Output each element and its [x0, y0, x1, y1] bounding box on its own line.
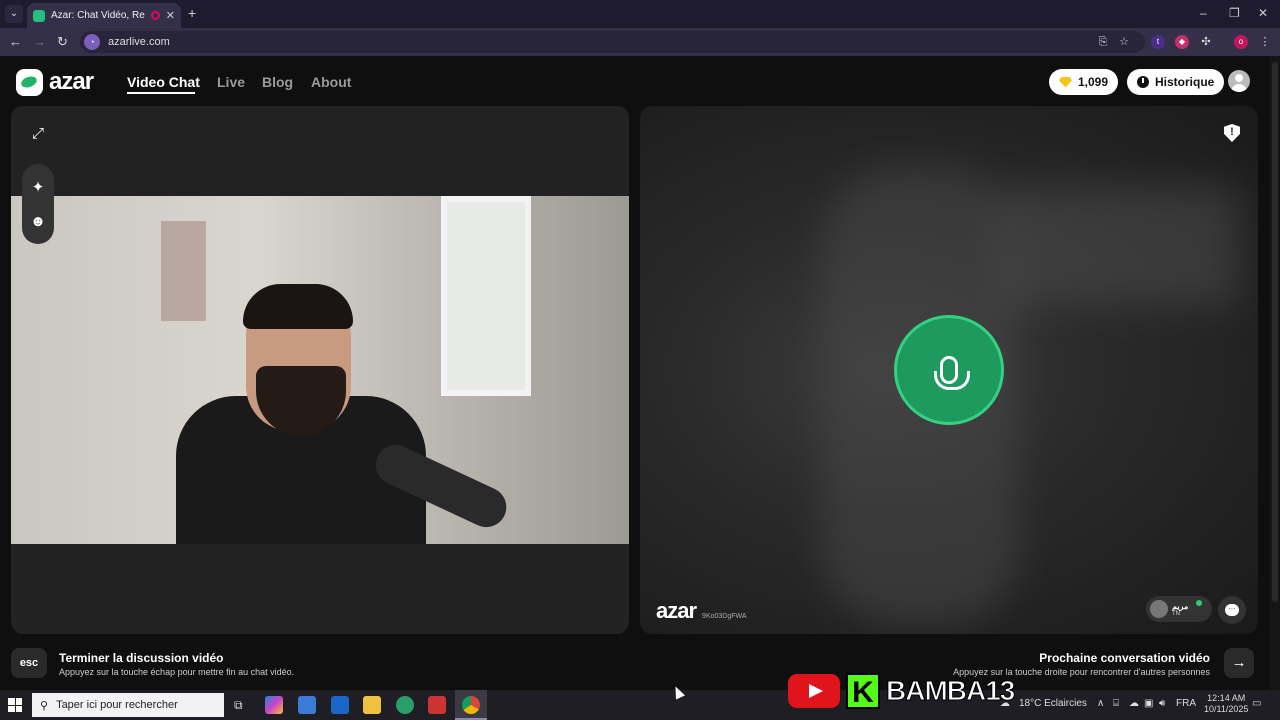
azar-watermark: azar 9Ko03DgFWA: [656, 598, 747, 624]
minimize-icon[interactable]: –: [1200, 6, 1207, 20]
recording-indicator-icon: [150, 11, 160, 20]
chat-button[interactable]: ···: [1218, 596, 1246, 624]
voice-only-mic-button[interactable]: [894, 315, 1004, 425]
channel-name: BAMBA13: [885, 675, 1015, 707]
windows-taskbar: ⚲ Taper ici pour rechercher ⧉ ☁ 18°C Ecl…: [0, 690, 1280, 720]
forward-icon[interactable]: →: [33, 34, 46, 49]
gem-icon: [1059, 76, 1072, 88]
remote-video-panel: ! azar 9Ko03DgFWA مريم TN ···: [640, 106, 1258, 634]
microphone-icon: [934, 356, 970, 390]
taskbar-clock[interactable]: 12:14 AM 10/11/2025: [1204, 693, 1248, 715]
clock-date: 10/11/2025: [1204, 704, 1249, 714]
scroll-thumb[interactable]: [1272, 62, 1278, 602]
extension-shield-icon[interactable]: ◆: [1175, 35, 1189, 49]
back-icon[interactable]: ←: [9, 34, 22, 49]
clock-time: 12:14 AM: [1207, 693, 1246, 703]
store-icon[interactable]: [298, 696, 316, 714]
language-indicator[interactable]: FRA: [1176, 698, 1196, 709]
extension-t-icon[interactable]: t: [1151, 35, 1165, 49]
partner-name: مريم: [1172, 601, 1189, 611]
profile-avatar-icon[interactable]: o: [1234, 35, 1248, 49]
history-button[interactable]: Historique: [1127, 69, 1225, 95]
person-hair: [243, 284, 353, 329]
tab-search-chevron-icon[interactable]: ⌄: [5, 5, 23, 23]
azar-logo-mark-icon: [16, 68, 43, 96]
app-icon[interactable]: [428, 696, 446, 714]
file-explorer-icon[interactable]: [363, 696, 381, 714]
end-chat-title: Terminer la discussion vidéo: [59, 651, 224, 665]
self-camera-feed: [11, 196, 629, 544]
onedrive-icon[interactable]: ☁: [1129, 698, 1139, 709]
nav-video-chat[interactable]: Video Chat: [127, 74, 200, 90]
url-text: azarlive.com: [108, 36, 170, 48]
next-chat-button[interactable]: →: [1224, 648, 1254, 678]
background-window: [441, 196, 531, 396]
streamer-overlay: K BAMBA13: [788, 671, 1038, 711]
history-label: Historique: [1155, 75, 1215, 89]
browser-menu-icon[interactable]: ⋮: [1258, 35, 1272, 49]
azar-logo-text: azar: [49, 68, 94, 95]
background-frame: [161, 221, 206, 321]
task-view-icon[interactable]: ⧉: [234, 698, 243, 713]
tab-title: Azar: Chat Vidéo, Rencontr: [51, 10, 145, 21]
site-info-icon[interactable]: ◔: [84, 34, 100, 50]
clock-icon: [1137, 76, 1149, 88]
install-app-icon[interactable]: ⎘: [1096, 35, 1110, 49]
mail-icon[interactable]: [331, 696, 349, 714]
new-tab-button[interactable]: +: [188, 5, 196, 21]
end-chat-subtitle: Appuyez sur la touche échap pour mettre …: [59, 667, 295, 677]
chat-bubble-icon: ···: [1225, 604, 1239, 616]
display-icon[interactable]: ▣: [1144, 698, 1153, 709]
browser-toolbar: ← → ↻ ◔ azarlive.com ⎘ ☆ t ◆ ✣ o ⋮: [0, 28, 1280, 56]
speaker-icon[interactable]: 🔊︎: [1159, 698, 1165, 709]
self-video-panel: ⤢ ✦ ☻: [11, 106, 629, 634]
extensions-puzzle-icon[interactable]: ✣: [1199, 35, 1213, 49]
edge-icon[interactable]: [396, 696, 414, 714]
bookmark-star-icon[interactable]: ☆: [1117, 35, 1131, 49]
gems-count: 1,099: [1078, 75, 1109, 89]
close-window-icon[interactable]: ✕: [1258, 6, 1268, 20]
windows-start-icon[interactable]: [8, 698, 22, 712]
notifications-icon[interactable]: ▭: [1252, 698, 1261, 709]
copilot-icon[interactable]: [265, 696, 283, 714]
effects-toolbar: ✦ ☻: [22, 164, 54, 244]
taskbar-search-input[interactable]: ⚲ Taper ici pour rechercher: [32, 693, 224, 717]
address-bar[interactable]: ◔ azarlive.com: [80, 31, 1145, 53]
kick-icon: K: [846, 673, 880, 709]
blurred-background: [1000, 186, 1240, 306]
nav-active-underline: [127, 92, 195, 94]
restore-icon[interactable]: ❐: [1229, 6, 1240, 20]
partner-country: TN: [1172, 610, 1180, 617]
sparkle-effects-icon[interactable]: ✦: [23, 172, 53, 202]
azar-app: azar Video Chat Live Blog About 1,099 Hi…: [0, 56, 1280, 690]
gems-balance-button[interactable]: 1,099: [1049, 69, 1119, 95]
tab-close-icon[interactable]: ✕: [166, 9, 175, 22]
user-avatar-icon[interactable]: [1228, 70, 1250, 92]
reload-icon[interactable]: ↻: [57, 34, 68, 50]
browser-tab[interactable]: Azar: Chat Vidéo, Rencontr ✕: [27, 3, 181, 28]
online-status-dot: [1196, 600, 1202, 606]
esc-key-button[interactable]: esc: [11, 648, 47, 678]
azar-favicon-icon: [33, 9, 45, 22]
browser-tab-strip: ⌄ Azar: Chat Vidéo, Rencontr ✕ + – ❐ ✕: [0, 0, 1280, 28]
report-shield-icon[interactable]: !: [1224, 124, 1240, 142]
search-icon: ⚲: [40, 699, 49, 712]
chrome-icon[interactable]: [462, 696, 480, 714]
azar-logo[interactable]: azar: [16, 68, 94, 96]
nav-about[interactable]: About: [311, 74, 351, 90]
nav-blog[interactable]: Blog: [262, 74, 293, 90]
youtube-icon: [788, 674, 840, 708]
page-scrollbar[interactable]: [1270, 56, 1280, 690]
watermark-id: 9Ko03DgFWA: [702, 613, 747, 620]
partner-avatar: [1150, 600, 1168, 618]
watermark-logo: azar: [656, 598, 697, 623]
next-chat-title: Prochaine conversation vidéo: [1039, 651, 1210, 665]
search-placeholder: Taper ici pour rechercher: [56, 699, 178, 711]
partner-info-chip[interactable]: مريم TN: [1146, 596, 1212, 622]
network-icon[interactable]: ⌸: [1113, 698, 1119, 709]
expand-icon[interactable]: ⤢: [23, 118, 53, 148]
face-filter-icon[interactable]: ☻: [23, 206, 53, 236]
tray-overflow-icon[interactable]: ∧: [1097, 698, 1104, 709]
nav-live[interactable]: Live: [217, 74, 245, 90]
